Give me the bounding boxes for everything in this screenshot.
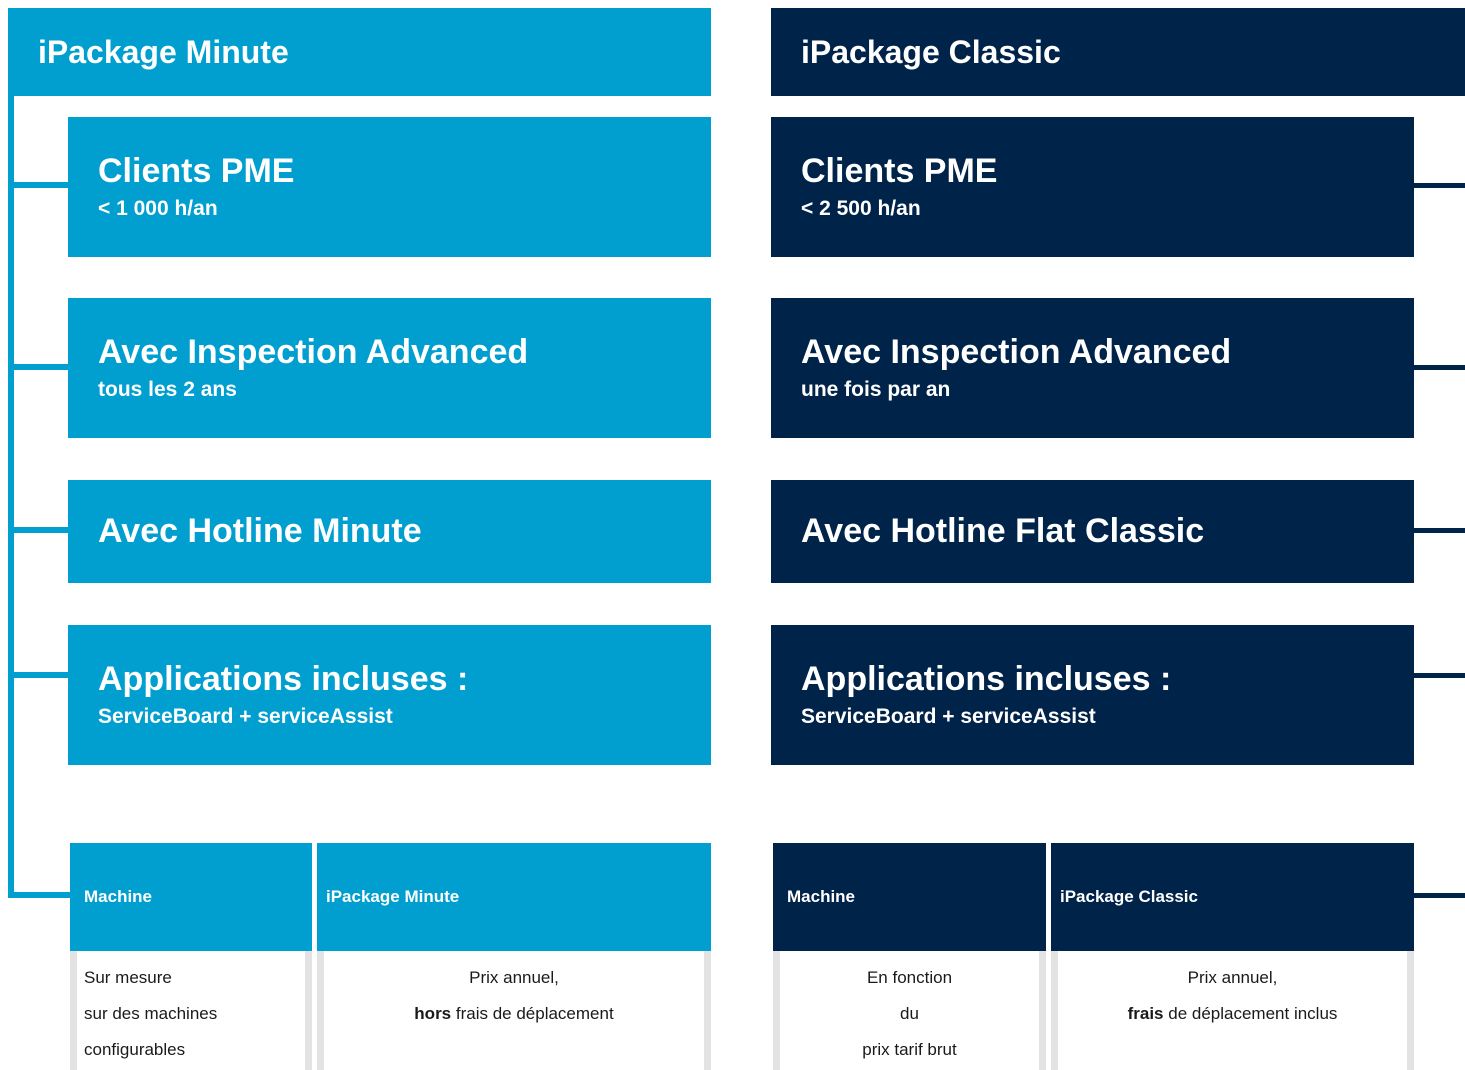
- cell-line: sur des machines: [84, 1004, 218, 1023]
- cell-line: En fonction: [866, 968, 953, 987]
- card-title: Avec Hotline Minute: [98, 511, 422, 550]
- minute-connector-4: [8, 672, 68, 678]
- classic-header: iPackage Classic: [771, 8, 1465, 96]
- card-title: Clients PME: [98, 152, 295, 191]
- cell-line: Sur mesure: [84, 968, 172, 987]
- cell-text: frais de déplacement: [451, 1004, 614, 1023]
- classic-connector-1: [1414, 183, 1465, 188]
- card-subtitle: ServiceBoard + serviceAssist: [98, 704, 393, 728]
- minute-header-title: iPackage Minute: [38, 33, 289, 70]
- minute-connector-2: [8, 364, 68, 370]
- classic-table-header-machine: Machine: [773, 843, 1046, 951]
- classic-card-inspection: Avec Inspection Advanced une fois par an: [771, 298, 1414, 438]
- card-subtitle: une fois par an: [801, 377, 951, 401]
- card-subtitle: < 2 500 h/an: [801, 196, 921, 220]
- card-title: Applications incluses :: [98, 660, 469, 699]
- classic-connector-5: [1414, 893, 1465, 898]
- cell-line: Prix annuel,: [469, 968, 559, 987]
- card-title: Clients PME: [801, 152, 998, 191]
- classic-card-applications: Applications incluses : ServiceBoard + s…: [771, 625, 1414, 765]
- cell-line: Prix annuel,: [1187, 968, 1278, 987]
- minute-table-cell-price: Prix annuel, hors frais de déplacement: [317, 951, 711, 1070]
- card-subtitle: ServiceBoard + serviceAssist: [801, 704, 1096, 728]
- cell-line: prix tarif brut: [862, 1040, 957, 1059]
- table-header-label: Machine: [84, 887, 153, 906]
- minute-connector-1: [8, 182, 68, 188]
- card-title: Applications incluses :: [801, 660, 1172, 699]
- classic-table-cell-price: Prix annuel, frais de déplacement inclus: [1051, 951, 1414, 1070]
- classic-table-cell-machine: En fonction du prix tarif brut: [773, 951, 1046, 1070]
- cell-line: configurables: [84, 1040, 186, 1059]
- card-subtitle: < 1 000 h/an: [98, 196, 218, 220]
- classic-card-clients: Clients PME < 2 500 h/an: [771, 117, 1414, 257]
- minute-card-inspection: Avec Inspection Advanced tous les 2 ans: [68, 298, 711, 438]
- table-header-label: iPackage Minute: [326, 887, 460, 906]
- minute-card-clients: Clients PME < 1 000 h/an: [68, 117, 711, 257]
- cell-line: frais de déplacement inclus: [1058, 996, 1407, 1032]
- classic-connector-4: [1414, 673, 1465, 678]
- minute-card-hotline: Avec Hotline Minute: [68, 480, 711, 583]
- minute-header: iPackage Minute: [8, 8, 711, 96]
- table-header-label: iPackage Classic: [1060, 887, 1198, 906]
- cell-text: de déplacement inclus: [1163, 1004, 1338, 1023]
- cell-line: du: [900, 1004, 919, 1023]
- cell-bold: frais: [1127, 1004, 1164, 1023]
- cell-line: hors frais de déplacement: [324, 996, 704, 1032]
- card-title: Avec Inspection Advanced: [801, 333, 1232, 372]
- card-subtitle: tous les 2 ans: [98, 377, 237, 401]
- minute-connector-3: [8, 527, 68, 533]
- minute-card-applications: Applications incluses : ServiceBoard + s…: [68, 625, 711, 765]
- classic-header-title: iPackage Classic: [801, 33, 1061, 70]
- classic-card-hotline: Avec Hotline Flat Classic: [771, 480, 1414, 583]
- card-title: Avec Hotline Flat Classic: [801, 511, 1205, 550]
- card-title: Avec Inspection Advanced: [98, 333, 529, 372]
- minute-table-header-machine: Machine: [70, 843, 312, 951]
- classic-connector-2: [1414, 365, 1465, 370]
- classic-table-header-package: iPackage Classic: [1051, 843, 1414, 951]
- minute-table-cell-machine: Sur mesure sur des machines configurable…: [70, 951, 312, 1070]
- classic-connector-3: [1414, 528, 1465, 533]
- minute-connector-5: [8, 892, 70, 898]
- table-header-label: Machine: [787, 887, 856, 906]
- minute-table-header-package: iPackage Minute: [317, 843, 711, 951]
- cell-bold: hors: [414, 1004, 452, 1023]
- minute-connector-vertical: [8, 96, 14, 898]
